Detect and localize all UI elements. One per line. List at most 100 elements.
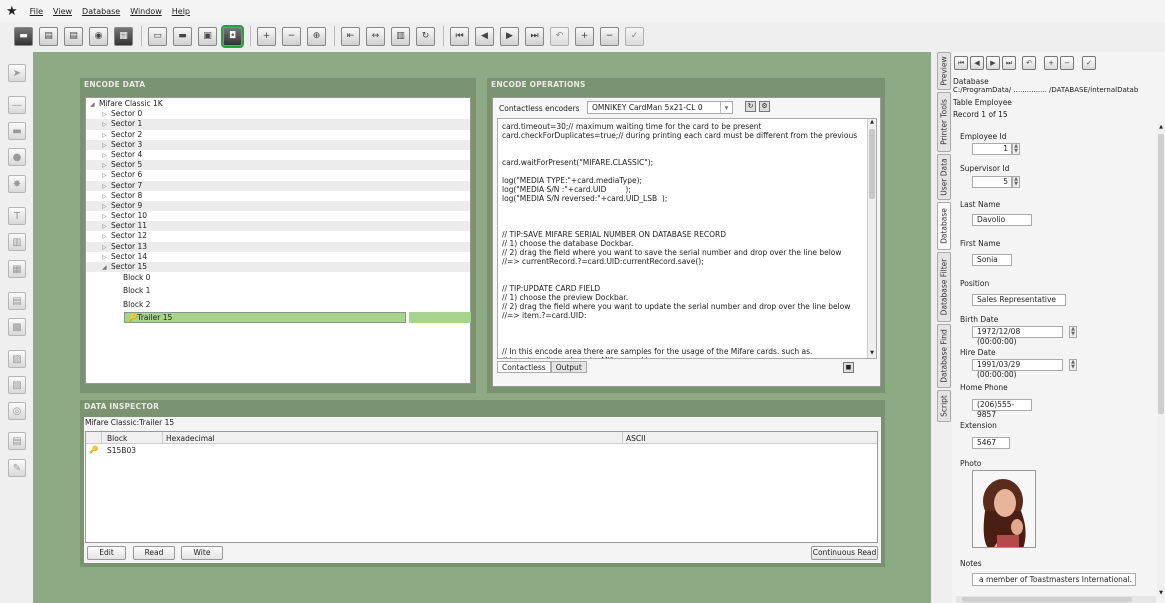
db-prev-icon[interactable]: ◀ xyxy=(970,56,984,70)
tree-sector[interactable]: ▷ Sector 13 xyxy=(86,241,470,252)
tree-block[interactable]: Block 2 xyxy=(86,298,470,312)
db-next-icon[interactable]: ▶ xyxy=(986,56,1000,70)
supervisor-id-field[interactable]: 5 xyxy=(972,176,1012,188)
db-first-icon[interactable]: ⏮ xyxy=(954,56,968,70)
nav-last-icon[interactable]: ⏭ xyxy=(525,26,544,46)
nav-next-icon[interactable]: ▶ xyxy=(500,26,519,46)
scroll-down-icon[interactable]: ▼ xyxy=(868,350,876,358)
tree-block[interactable]: Block 1 xyxy=(86,284,470,298)
settings-icon[interactable]: ⚙ xyxy=(759,101,770,112)
magstripe-icon[interactable]: ▬ xyxy=(173,26,192,46)
nav-prev-icon[interactable]: ◀ xyxy=(475,26,494,46)
print-preview-icon[interactable]: ▤ xyxy=(64,26,83,46)
hire-date-field[interactable]: 1991/03/29 (00:00:00) xyxy=(972,359,1063,379)
rectangle-tool-icon[interactable]: ▬ xyxy=(8,122,26,140)
collapsed-arrow-icon[interactable]: ▷ xyxy=(102,171,111,181)
tree-sector[interactable]: ▷ Sector 10 xyxy=(86,211,470,221)
last-name-field[interactable]: Davolio xyxy=(972,214,1032,226)
signature-tool-icon[interactable]: ✎ xyxy=(8,459,26,477)
tab-contactless[interactable]: Contactless xyxy=(497,361,551,373)
calendar-tool-icon[interactable]: ▦ xyxy=(8,260,26,278)
horizontal-scroll-thumb[interactable] xyxy=(962,597,1132,602)
ellipse-tool-icon[interactable]: ● xyxy=(8,148,26,166)
encoder-select[interactable]: OMNIKEY CardMan 5x21-CL 0 ▾ xyxy=(587,101,733,114)
spin-icon[interactable]: ▲ ▼ xyxy=(1069,359,1077,371)
read-button[interactable]: Read xyxy=(133,546,175,560)
record-delete-icon[interactable]: − xyxy=(600,26,619,46)
encoder-icon[interactable]: ◉ xyxy=(89,26,108,46)
birth-date-field[interactable]: 1972/12/08 (00:00:00) xyxy=(972,326,1063,346)
spin-icon[interactable]: ▲ ▼ xyxy=(1012,143,1020,155)
tree-sector[interactable]: ▷ Sector 1 xyxy=(86,119,470,130)
record-save-icon[interactable]: ✓ xyxy=(625,26,644,46)
db-add-icon[interactable]: + xyxy=(1044,56,1058,70)
image-tool-icon[interactable]: ▨ xyxy=(8,350,26,368)
nav-first-icon[interactable]: ⏮ xyxy=(450,26,469,46)
tree-sector[interactable]: ◢ Sector 15 xyxy=(86,262,470,273)
employee-id-field[interactable]: 1 xyxy=(972,143,1012,155)
camera-tool-icon[interactable]: ◎ xyxy=(8,402,26,420)
tree-sector[interactable]: ▷ Sector 14 xyxy=(86,252,470,262)
scroll-up-icon[interactable]: ▲ xyxy=(868,119,876,127)
align-grid-icon[interactable]: ▥ xyxy=(391,26,410,46)
tab-database-find[interactable]: Database Find xyxy=(937,324,951,388)
expanded-arrow-icon[interactable]: ◢ xyxy=(102,263,111,273)
stop-icon[interactable]: ◼ xyxy=(843,362,854,373)
scroll-up-icon[interactable]: ▲ xyxy=(1157,124,1165,130)
menu-view[interactable]: View xyxy=(53,7,72,16)
chip-icon[interactable]: ▣ xyxy=(198,26,217,46)
undo-icon[interactable]: ↶ xyxy=(550,26,569,46)
card-icon[interactable]: ▬ xyxy=(14,26,33,46)
table-row[interactable]: 🔑 S15B03 xyxy=(86,444,877,456)
script-scroll-thumb[interactable] xyxy=(869,129,875,199)
home-phone-field[interactable]: (206)555-9857 xyxy=(972,399,1032,419)
spin-icon[interactable]: ▲ ▼ xyxy=(1012,176,1020,188)
spin-icon[interactable]: ▲ ▼ xyxy=(1069,326,1077,338)
align-left-icon[interactable]: ⇤ xyxy=(341,26,360,46)
menu-window[interactable]: Window xyxy=(130,7,162,16)
script-scrollbar[interactable]: ▲ ▼ xyxy=(867,119,876,358)
menu-file[interactable]: File xyxy=(30,7,43,16)
tree-trailer-selected[interactable]: 🔑Trailer 15 xyxy=(124,312,406,324)
menu-database[interactable]: Database xyxy=(82,7,120,16)
tree-sector[interactable]: ▷ Sector 6 xyxy=(86,170,470,180)
extension-field[interactable]: 5467 xyxy=(972,437,1010,449)
notes-field[interactable]: a member of Toastmasters International. xyxy=(972,573,1136,586)
tree-sector[interactable]: ▷ Sector 8 xyxy=(86,191,470,201)
first-name-field[interactable]: Sonia xyxy=(972,254,1012,266)
scroll-down-icon[interactable]: ▼ xyxy=(1157,590,1165,596)
position-field[interactable]: Sales Representative xyxy=(972,294,1066,306)
tree-sector[interactable]: ▷ Sector 2 xyxy=(86,130,470,140)
text-tool-icon[interactable]: T xyxy=(8,207,26,225)
tab-user-data[interactable]: User Data xyxy=(937,154,951,200)
tab-database-filter[interactable]: Database Filter xyxy=(937,252,951,322)
qr-tool-icon[interactable]: ▩ xyxy=(8,318,26,336)
chevron-down-icon[interactable]: ▾ xyxy=(720,102,732,113)
star-tool-icon[interactable]: ✸ xyxy=(8,175,26,193)
menu-help[interactable]: Help xyxy=(172,7,190,16)
tab-script[interactable]: Script xyxy=(937,390,951,422)
refresh-icon[interactable]: ↻ xyxy=(745,101,756,112)
line-tool-icon[interactable]: — xyxy=(8,96,26,114)
tree-root[interactable]: ◢ Mifare Classic 1K xyxy=(86,99,470,109)
document-tool-icon[interactable]: ▤ xyxy=(8,432,26,450)
edit-button[interactable]: Edit xyxy=(87,546,126,560)
align-center-icon[interactable]: ↔ xyxy=(366,26,385,46)
db-undo-icon[interactable]: ↶ xyxy=(1022,56,1036,70)
tab-output[interactable]: Output xyxy=(550,361,587,373)
tree-sector[interactable]: ▷ Sector 3 xyxy=(86,139,470,150)
tree-sector[interactable]: ▷ Sector 9 xyxy=(86,200,470,212)
tab-preview[interactable]: Preview xyxy=(937,52,951,90)
record-add-icon[interactable]: + xyxy=(575,26,594,46)
tree-block[interactable]: Block 0 xyxy=(86,272,470,284)
zoom-out-icon[interactable]: − xyxy=(282,26,301,46)
form-scroll-thumb[interactable] xyxy=(1158,134,1164,414)
script-editor[interactable]: card.timeout=30;// maximum waiting time … xyxy=(497,118,877,359)
tree-sector[interactable]: ▷ Sector 12 xyxy=(86,231,470,241)
tree-sector[interactable]: ▷ Sector 4 xyxy=(86,150,470,160)
print-icon[interactable]: ▤ xyxy=(39,26,58,46)
employee-photo[interactable] xyxy=(972,470,1036,548)
tree-sector[interactable]: ▷ Sector 5 xyxy=(86,160,470,171)
contactless-icon[interactable]: ◘ xyxy=(221,24,244,48)
db-delete-icon[interactable]: − xyxy=(1060,56,1074,70)
